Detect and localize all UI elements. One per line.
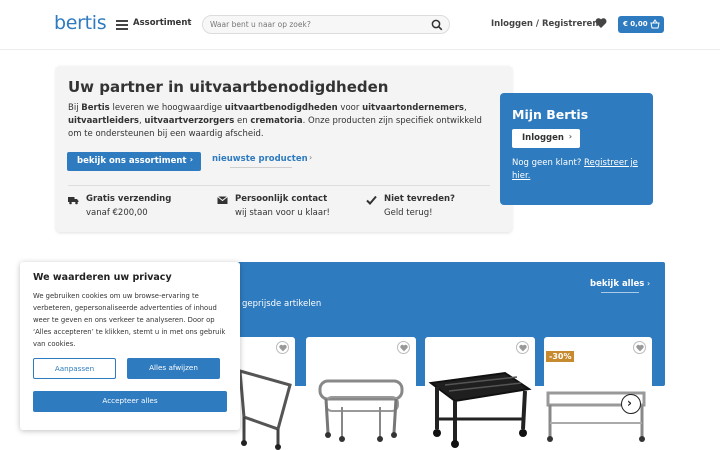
heart-icon xyxy=(519,344,527,352)
hero-keyword: uitvaartbenodigdheden xyxy=(224,103,338,113)
feature-title: Niet tevreden? xyxy=(384,194,455,204)
wishlist-button[interactable] xyxy=(397,341,410,354)
section-subtitle: geprijsde artikelen xyxy=(242,299,322,309)
feature-title: Persoonlijk contact xyxy=(235,194,328,204)
chevron-right-icon: › xyxy=(309,153,313,162)
hero-keyword: uitvaartondernemers xyxy=(362,103,464,113)
carousel-next-button[interactable]: › xyxy=(621,394,641,414)
product-image xyxy=(318,379,404,442)
hero-keyword: uitvaartverzorgers xyxy=(144,116,235,126)
feature-title: Gratis verzending xyxy=(86,194,172,204)
view-assortment-button[interactable]: bekijk ons assortiment › xyxy=(67,152,201,171)
newest-products-link[interactable]: nieuwste producten xyxy=(212,154,308,164)
view-all-link[interactable]: bekijk alles xyxy=(590,279,644,289)
truck-icon xyxy=(68,197,79,205)
heart-icon xyxy=(636,344,644,352)
cookie-title: We waarderen uw privacy xyxy=(33,272,172,283)
account-title: Mijn Bertis xyxy=(512,107,589,122)
chevron-right-icon: › xyxy=(647,279,651,288)
product-card[interactable] xyxy=(306,337,416,450)
hero-text: en xyxy=(234,116,251,126)
product-card[interactable] xyxy=(425,337,535,450)
heart-icon xyxy=(279,344,287,352)
login-button-label: Inloggen xyxy=(522,133,564,143)
heart-icon xyxy=(400,344,408,352)
wishlist-button[interactable] xyxy=(633,341,646,354)
sale-badge: -30% xyxy=(546,351,575,362)
basket-icon xyxy=(650,19,660,29)
search-input[interactable]: Waar bent u naar op zoek? xyxy=(210,20,311,29)
view-assortment-label: bekijk ons assortiment xyxy=(77,156,187,166)
feature-subtitle: Geld terug! xyxy=(384,208,433,218)
chevron-right-icon: › xyxy=(568,132,572,141)
product-image xyxy=(428,371,532,448)
no-customer-text: Nog geen klant? xyxy=(512,158,585,168)
hero-keyword: crematoria xyxy=(250,116,303,126)
page: bertis Assortiment ⌄ Waar bent u naar op… xyxy=(0,0,720,450)
feature-subtitle: vanaf €200,00 xyxy=(86,208,148,218)
hero-text: voor xyxy=(337,103,363,113)
login-register-link[interactable]: Inloggen / Registreren xyxy=(491,19,598,29)
hero-title: Uw partner in uitvaartbenodigdheden xyxy=(68,78,389,96)
cart-amount: € 0,00 xyxy=(623,20,648,28)
site-logo[interactable]: bertis xyxy=(54,12,107,34)
feature-subtitle: wij staan voor u klaar! xyxy=(235,208,330,218)
product-card[interactable]: -30% xyxy=(544,337,652,450)
register-prompt: Nog geen klant? Registreer je hier. xyxy=(512,157,642,183)
chevron-right-icon: › xyxy=(189,155,193,164)
customize-button[interactable]: Aanpassen xyxy=(33,358,116,379)
login-button[interactable]: Inloggen › xyxy=(512,129,580,148)
site-header: bertis Assortiment ⌄ Waar bent u naar op… xyxy=(0,0,720,50)
hero-keyword: uitvaartleiders xyxy=(68,116,139,126)
search-icon[interactable] xyxy=(431,19,443,31)
divider xyxy=(68,185,490,186)
link-underline xyxy=(601,292,639,293)
search-bar[interactable]: Waar bent u naar op zoek? xyxy=(202,15,450,34)
link-underline xyxy=(230,167,292,168)
cookie-description: We gebruiken cookies om uw browse-ervari… xyxy=(33,292,226,348)
wishlist-button[interactable] xyxy=(516,341,529,354)
hero-card: Uw partner in uitvaartbenodigdheden Bij … xyxy=(56,66,512,232)
chevron-right-icon: › xyxy=(627,396,632,410)
hero-text: , xyxy=(463,103,467,113)
wishlist-button[interactable] xyxy=(276,341,289,354)
hero-text: leveren we hoogwaardige xyxy=(109,103,225,113)
accept-all-button[interactable]: Accepteer alles xyxy=(33,391,227,412)
reject-all-button[interactable]: Alles afwijzen xyxy=(127,358,220,379)
hero-keyword: Bertis xyxy=(81,103,110,113)
hero-description: Bij Bertis leveren we hoogwaardige uitva… xyxy=(68,102,498,141)
account-card: Mijn Bertis Inloggen › Nog geen klant? R… xyxy=(500,93,653,205)
cart-button[interactable]: € 0,00 xyxy=(618,16,664,33)
envelope-icon xyxy=(217,196,228,204)
assortiment-menu[interactable]: Assortiment xyxy=(133,18,191,28)
cookie-consent-dialog: We waarderen uw privacy We gebruiken coo… xyxy=(20,262,240,430)
hamburger-menu-icon[interactable] xyxy=(116,20,128,30)
heart-icon[interactable] xyxy=(595,17,607,29)
hero-text: Bij xyxy=(68,103,82,113)
chevron-down-icon: ⌄ xyxy=(186,17,193,26)
check-icon xyxy=(366,195,377,205)
